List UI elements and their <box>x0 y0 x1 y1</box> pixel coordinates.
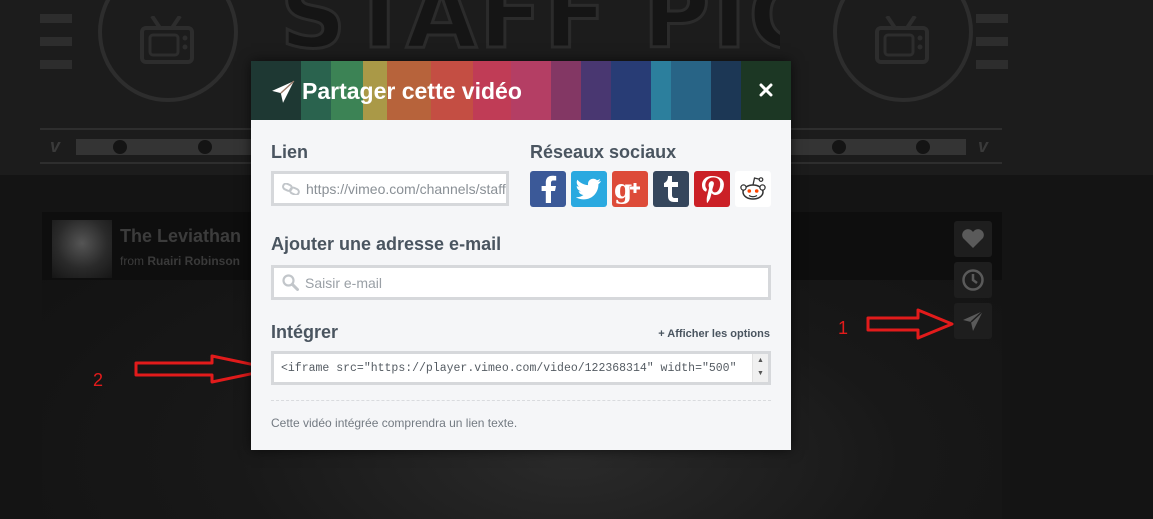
tv-icon <box>833 0 973 102</box>
vimeo-letter: v <box>50 136 61 156</box>
divider <box>271 400 771 401</box>
author-link[interactable]: Ruairi Robinson <box>147 254 240 268</box>
ribbon-dot <box>916 140 930 154</box>
tumblr-icon[interactable] <box>653 171 689 207</box>
like-button[interactable] <box>954 221 992 257</box>
vimeo-letter: v <box>978 136 989 156</box>
embed-label: Intégrer <box>271 322 339 342</box>
link-label: Lien <box>271 142 309 162</box>
annotation-number-2: 2 <box>93 370 104 390</box>
twitter-icon[interactable] <box>571 171 607 207</box>
embed-footnote: Cette vidéo intégrée comprendra un lien … <box>271 416 518 430</box>
scroll-down-arrow-icon[interactable]: ▼ <box>757 370 764 377</box>
watch-later-button[interactable] <box>954 262 992 298</box>
video-byline: from Ruairi Robinson <box>120 254 240 268</box>
modal-title: Partager cette vidéo <box>271 78 522 105</box>
banner-title: STAFF PICKS <box>280 0 780 52</box>
banner-stripes-left <box>40 14 72 83</box>
link-icon <box>282 182 300 195</box>
reddit-icon[interactable] <box>735 171 771 207</box>
paper-plane-icon <box>963 310 984 331</box>
ribbon-dot <box>198 140 212 154</box>
social-label: Réseaux sociaux <box>530 142 677 162</box>
search-icon <box>282 274 299 291</box>
email-field[interactable] <box>271 265 771 300</box>
close-button[interactable] <box>755 79 777 101</box>
clock-icon <box>962 269 984 291</box>
ribbon-dot <box>113 140 127 154</box>
facebook-icon[interactable] <box>530 171 566 207</box>
show-options-link[interactable]: + Afficher les options <box>658 328 770 340</box>
pinterest-icon[interactable] <box>694 171 730 207</box>
share-button[interactable] <box>954 303 992 339</box>
annotation-number-1: 1 <box>838 318 849 338</box>
social-icons: g <box>530 171 776 207</box>
paper-plane-icon <box>272 80 295 103</box>
svg-text:g: g <box>614 175 632 204</box>
share-modal: Partager cette vidéo Lien Réseaux sociau… <box>251 61 791 450</box>
banner-stripes-right <box>976 14 1008 83</box>
embed-code-box[interactable]: <iframe src="https://player.vimeo.com/vi… <box>271 351 771 385</box>
annotation-arrow-1 <box>866 308 954 340</box>
tv-icon <box>98 0 238 102</box>
embed-code[interactable]: <iframe src="https://player.vimeo.com/vi… <box>281 362 736 375</box>
ribbon-dot <box>832 140 846 154</box>
modal-header: Partager cette vidéo <box>251 61 791 120</box>
link-field[interactable] <box>271 171 509 206</box>
heart-icon <box>962 229 984 248</box>
author-avatar[interactable] <box>52 220 112 278</box>
link-input[interactable] <box>306 180 506 197</box>
from-label: from <box>120 254 144 268</box>
google-plus-icon[interactable]: g <box>612 171 648 207</box>
embed-scrollbar[interactable]: ▲ ▼ <box>752 354 768 382</box>
scroll-up-arrow-icon[interactable]: ▲ <box>757 357 764 364</box>
close-icon <box>759 83 773 97</box>
email-label: Ajouter une adresse e-mail <box>271 234 502 254</box>
email-input[interactable] <box>305 274 768 291</box>
modal-title-text: Partager cette vidéo <box>302 78 522 104</box>
video-title[interactable]: The Leviathan <box>120 226 241 247</box>
